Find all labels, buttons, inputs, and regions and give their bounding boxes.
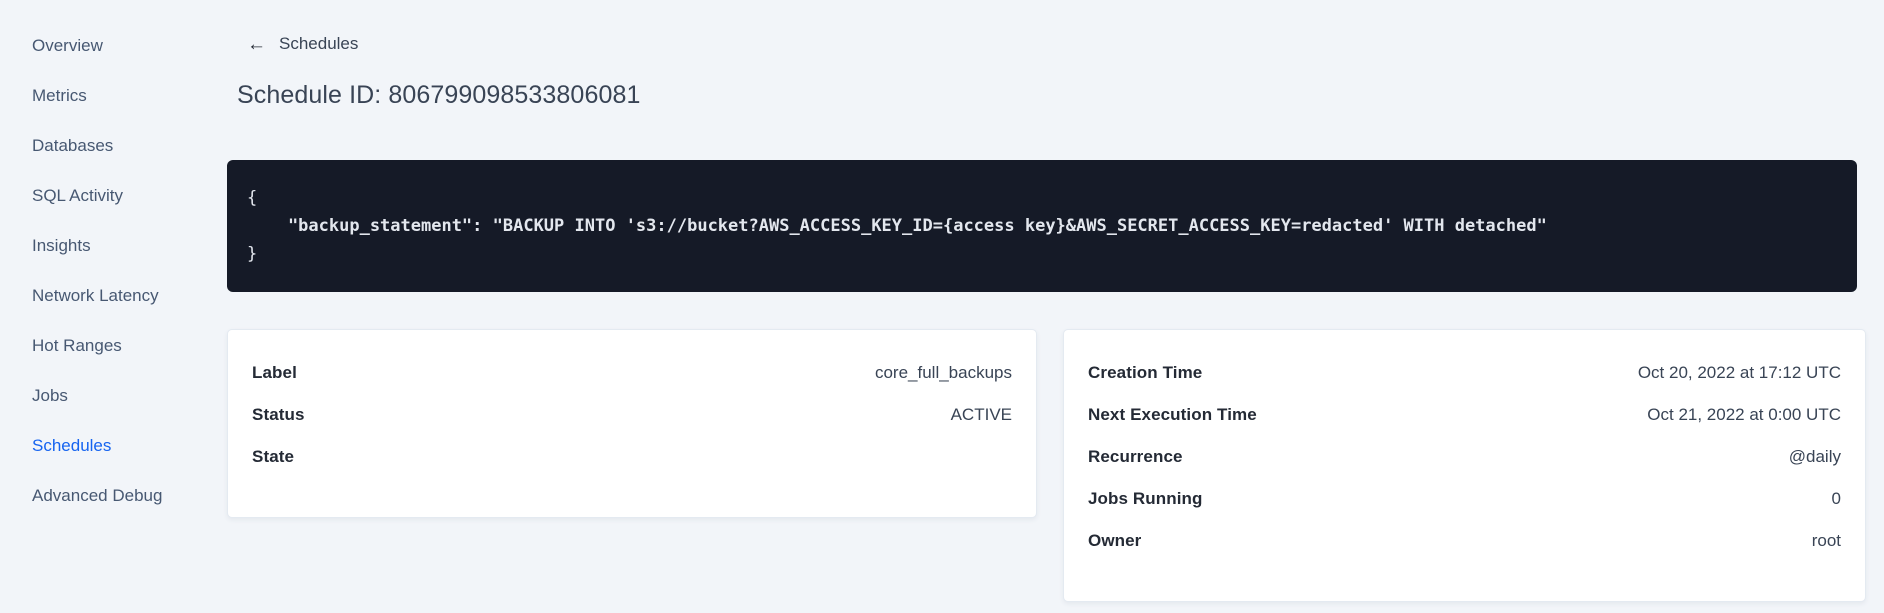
detail-label: Creation Time — [1088, 363, 1203, 382]
detail-value: ACTIVE — [950, 405, 1012, 424]
detail-value: Oct 21, 2022 at 0:00 UTC — [1647, 405, 1841, 424]
main-content: ← Schedules Schedule ID: 806799098533806… — [227, 0, 1866, 613]
code-line: } — [247, 244, 258, 264]
sidebar-item-schedules[interactable]: Schedules — [32, 421, 111, 471]
sidebar: Overview Metrics Databases SQL Activity … — [0, 0, 227, 613]
sidebar-item-hot-ranges[interactable]: Hot Ranges — [32, 321, 122, 371]
backup-statement-code-block: { "backup_statement": "BACKUP INTO 's3:/… — [227, 160, 1857, 292]
page-title: Schedule ID: 806799098533806081 — [237, 81, 641, 109]
code-line: "backup_statement": "BACKUP INTO 's3://b… — [247, 216, 1547, 236]
detail-value: core_full_backups — [874, 363, 1012, 382]
detail-value: root — [1811, 531, 1841, 550]
back-link-label: Schedules — [279, 34, 359, 53]
detail-row-owner: Owner root — [1088, 520, 1841, 562]
sidebar-item-insights[interactable]: Insights — [32, 221, 91, 271]
detail-cards-row: Label core_full_backups Status ACTIVE St… — [227, 329, 1866, 602]
detail-label: Status — [252, 405, 305, 424]
detail-row-creation-time: Creation Time Oct 20, 2022 at 17:12 UTC — [1088, 352, 1841, 394]
detail-row-jobs-running: Jobs Running 0 — [1088, 478, 1841, 520]
sidebar-item-metrics[interactable]: Metrics — [32, 71, 87, 121]
sidebar-item-advanced-debug[interactable]: Advanced Debug — [32, 471, 162, 521]
detail-label: Label — [252, 363, 297, 382]
detail-row-next-execution-time: Next Execution Time Oct 21, 2022 at 0:00… — [1088, 394, 1841, 436]
detail-label: Jobs Running — [1088, 489, 1203, 508]
schedule-summary-card: Label core_full_backups Status ACTIVE St… — [227, 329, 1037, 518]
detail-label: State — [252, 447, 295, 466]
detail-label: Next Execution Time — [1088, 405, 1257, 424]
back-arrow-icon: ← — [247, 33, 266, 55]
detail-value: 0 — [1831, 489, 1841, 508]
code-line: { — [247, 188, 258, 208]
detail-value: @daily — [1788, 447, 1841, 466]
schedule-details-card: Creation Time Oct 20, 2022 at 17:12 UTC … — [1063, 329, 1866, 602]
detail-row-status: Status ACTIVE — [252, 394, 1012, 436]
sidebar-item-jobs[interactable]: Jobs — [32, 371, 68, 421]
detail-value: Oct 20, 2022 at 17:12 UTC — [1637, 363, 1841, 382]
sidebar-item-overview[interactable]: Overview — [32, 21, 103, 71]
sidebar-item-databases[interactable]: Databases — [32, 121, 113, 171]
detail-label: Owner — [1088, 531, 1142, 550]
detail-row-label: Label core_full_backups — [252, 352, 1012, 394]
sidebar-item-sql-activity[interactable]: SQL Activity — [32, 171, 123, 221]
detail-row-recurrence: Recurrence @daily — [1088, 436, 1841, 478]
sidebar-item-network-latency[interactable]: Network Latency — [32, 271, 159, 321]
back-link[interactable]: ← Schedules — [247, 34, 358, 54]
detail-label: Recurrence — [1088, 447, 1183, 466]
detail-row-state: State — [252, 436, 1012, 478]
